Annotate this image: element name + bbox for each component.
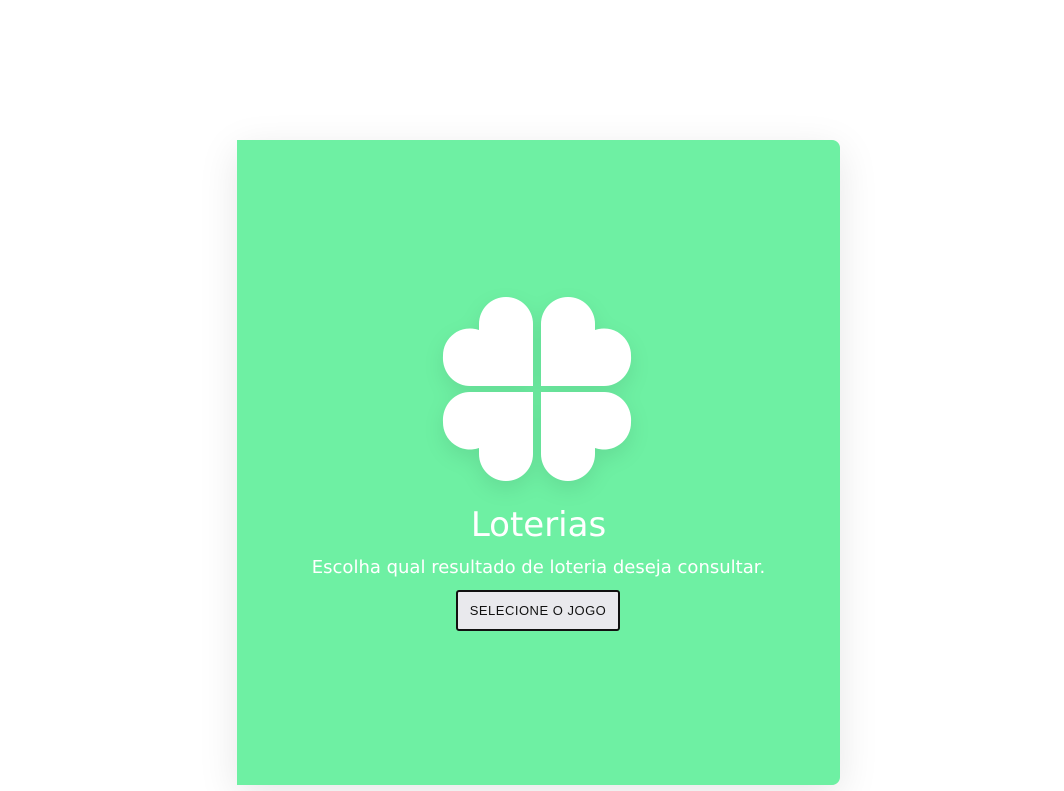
four-leaf-clover-icon (442, 297, 632, 481)
select-game-button[interactable]: SELECIONE O JOGO (456, 590, 620, 631)
clover-leaf-bottom-right (541, 391, 632, 481)
clover-leaf-bottom-left (442, 391, 533, 481)
page: Loterias Escolha qual resultado de loter… (0, 0, 1064, 791)
clover-leaf-top-left (442, 297, 533, 387)
page-title: Loterias (470, 505, 607, 545)
page-subtitle: Escolha qual resultado de loteria deseja… (311, 557, 766, 578)
clover-leaf-top-right (541, 297, 632, 387)
